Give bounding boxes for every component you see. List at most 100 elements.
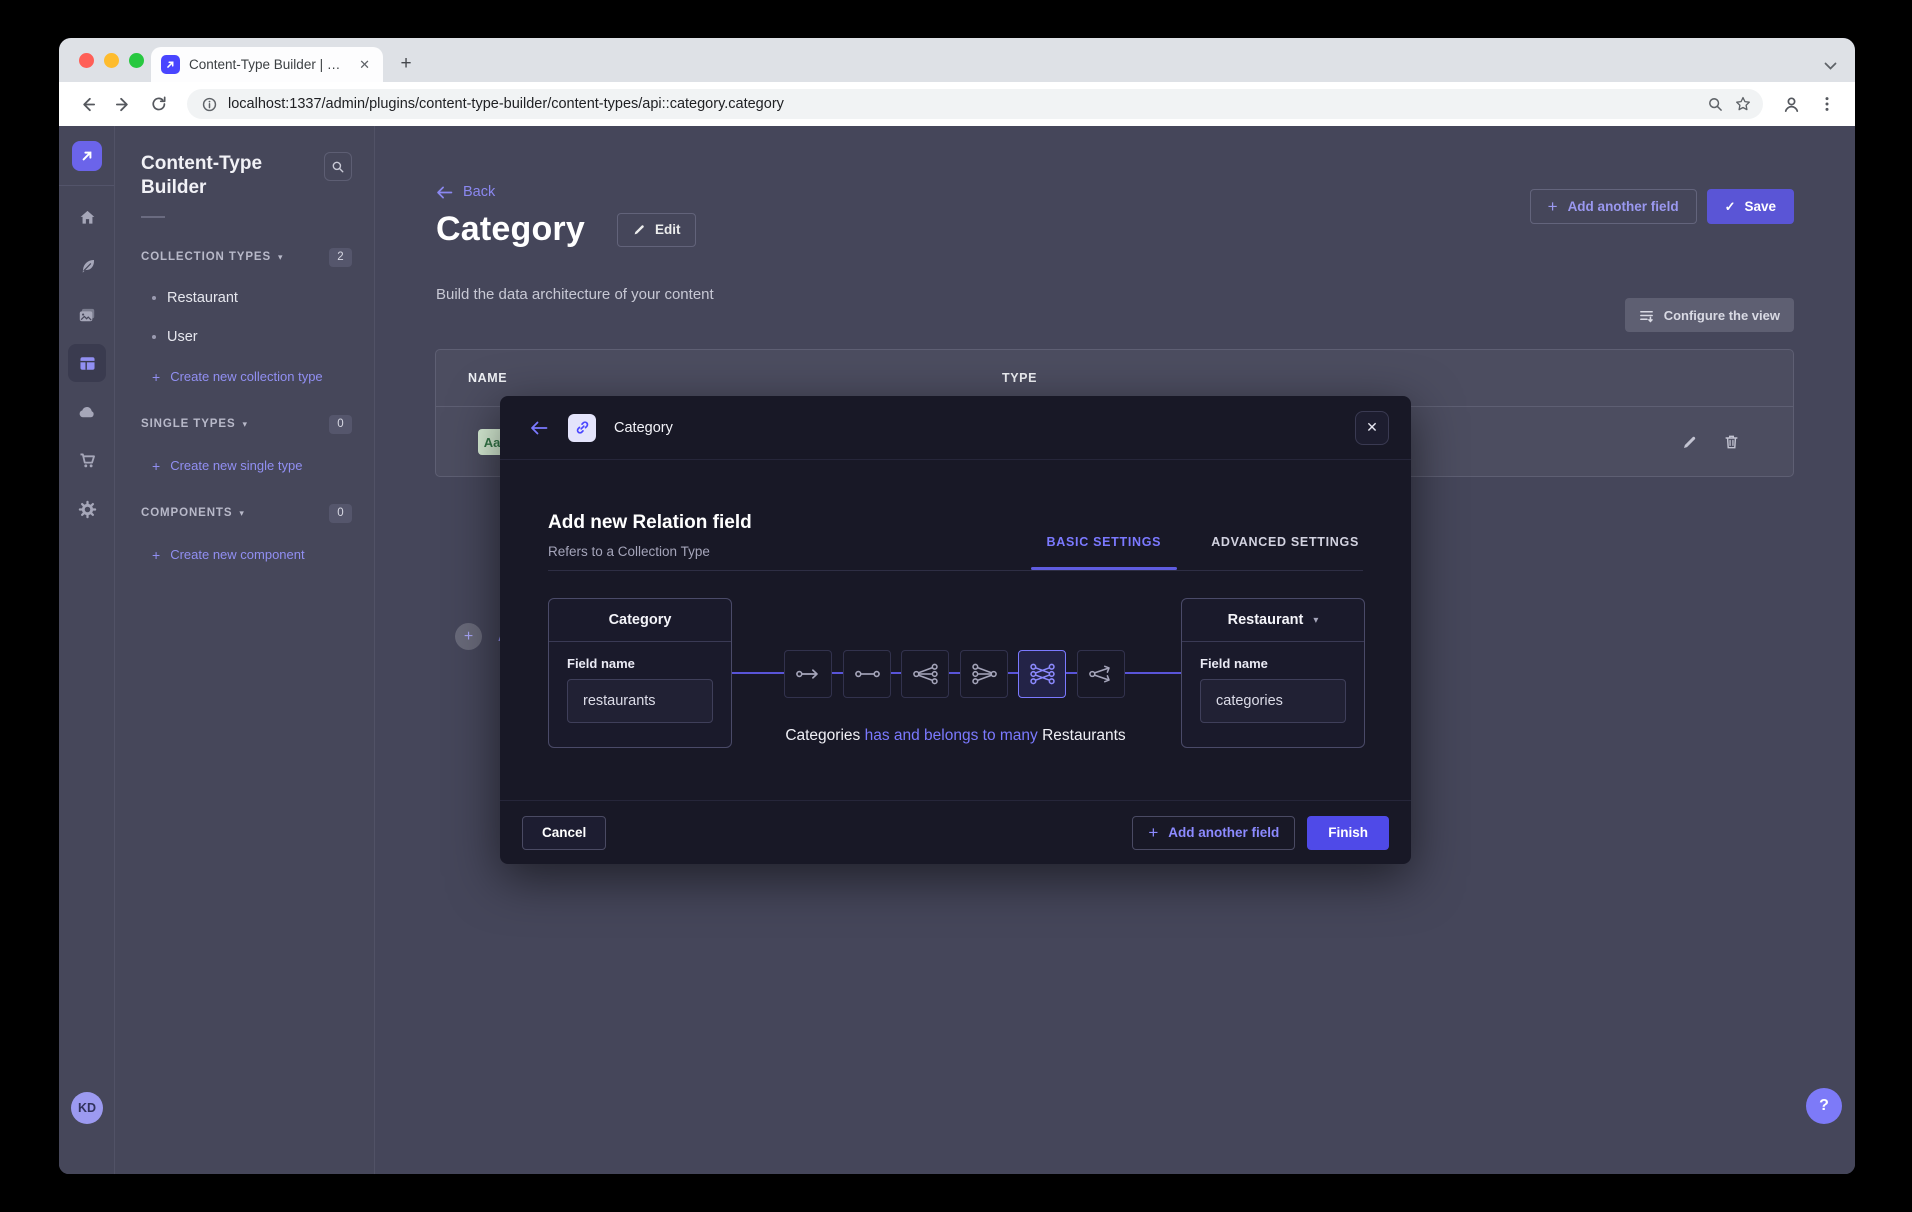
back-icon[interactable] [71,88,103,120]
many-way-icon [1088,663,1115,685]
minimize-window-button[interactable] [104,53,119,68]
tab-advanced-settings[interactable]: ADVANCED SETTINGS [1207,514,1363,570]
relation-type-one-to-one[interactable] [843,650,891,698]
many-to-one-icon [971,663,998,685]
modal-back-button[interactable] [530,421,548,435]
browser-tab[interactable]: Content-Type Builder | Strapi ✕ [151,47,383,82]
site-info-icon[interactable] [201,96,218,113]
strapi-logo[interactable] [72,141,102,171]
check-icon: ✓ [1725,199,1736,215]
sentence-subject: Categories [785,727,860,744]
section-count-badge: 0 [329,504,352,523]
section-collection-types[interactable]: COLLECTION TYPES ▾ 2 [141,248,352,267]
reload-icon[interactable] [143,88,175,120]
plus-icon: + [1548,197,1558,217]
edit-button[interactable]: Edit [617,213,697,247]
sidebar-item-label: Restaurant [167,290,238,306]
chevron-down-icon: ▾ [278,252,283,263]
edit-field-icon[interactable] [1682,434,1698,450]
target-field-label: Field name [1200,656,1346,671]
column-name: NAME [468,371,507,385]
zoom-icon[interactable] [1701,90,1729,118]
section-components[interactable]: COMPONENTS ▾ 0 [141,504,352,523]
tab-basic-settings[interactable]: BASIC SETTINGS [1043,514,1166,570]
forward-icon[interactable] [107,88,139,120]
source-field-name-input[interactable] [567,679,713,723]
section-count-badge: 2 [329,248,352,267]
modal-tabs: BASIC SETTINGS ADVANCED SETTINGS [1043,514,1363,570]
plus-icon: + [152,458,160,474]
create-collection-type-link[interactable]: + Create new collection type [141,369,352,385]
relation-sentence: Categories has and belongs to many Resta… [500,727,1411,745]
finish-button[interactable]: Finish [1307,816,1389,850]
nav-settings[interactable] [68,490,106,528]
bookmark-star-icon[interactable] [1729,90,1757,118]
source-type-title: Category [609,612,672,628]
target-field-name-input[interactable] [1200,679,1346,723]
save-button[interactable]: ✓ Save [1707,189,1794,224]
cancel-button[interactable]: Cancel [522,816,606,850]
maximize-window-button[interactable] [129,53,144,68]
close-window-button[interactable] [79,53,94,68]
nav-home[interactable] [68,198,106,236]
plus-icon: + [1148,823,1158,843]
search-icon [331,160,345,174]
tab-close-icon[interactable]: ✕ [356,57,373,73]
source-type-card: Category Field name [548,598,732,748]
sidebar-item-restaurant[interactable]: Restaurant [141,290,352,306]
question-icon: ? [1819,1097,1829,1115]
delete-field-icon[interactable] [1724,434,1739,450]
address-bar[interactable]: localhost:1337/admin/plugins/content-typ… [187,89,1763,119]
nav-media-library[interactable] [68,296,106,334]
nav-marketplace[interactable] [68,441,106,479]
relation-type-one-way[interactable] [784,650,832,698]
sidebar-item-user[interactable]: User [141,329,352,345]
help-button[interactable]: ? [1806,1088,1842,1124]
nav-content-type-builder[interactable] [68,344,106,382]
new-tab-button[interactable]: + [391,49,421,79]
configure-view-button[interactable]: Configure the view [1625,298,1794,332]
url-text: localhost:1337/admin/plugins/content-typ… [228,96,1701,112]
section-label: COLLECTION TYPES [141,251,271,263]
ctb-panel-title: Content-Type Builder [141,152,324,201]
relation-type-many-way[interactable] [1077,650,1125,698]
create-single-type-link[interactable]: + Create new single type [141,458,352,474]
relation-type-many-to-many[interactable] [1018,650,1066,698]
column-type: TYPE [1002,371,1037,385]
nav-cloud[interactable] [68,393,106,431]
section-label: SINGLE TYPES [141,418,236,430]
tabs-divider [548,570,1363,571]
bullet-icon [152,296,156,300]
modal-close-button[interactable]: ✕ [1355,411,1389,445]
user-avatar[interactable]: KD [71,1092,103,1124]
section-single-types[interactable]: SINGLE TYPES ▾ 0 [141,415,352,434]
browser-tab-strip: Content-Type Builder | Strapi ✕ + [59,38,1855,82]
browser-toolbar: localhost:1337/admin/plugins/content-typ… [59,82,1855,126]
back-arrow-icon [530,421,548,435]
one-way-icon [795,667,822,681]
screenshot-stage: Content-Type Builder | Strapi ✕ + [0,0,1912,1212]
back-link[interactable]: Back [436,184,495,200]
target-type-title: Restaurant [1228,612,1304,628]
modal-header: Category ✕ [500,396,1411,460]
browser-menu-icon[interactable] [1811,88,1843,120]
close-icon: ✕ [1366,419,1378,436]
search-button[interactable] [324,152,352,181]
add-another-field-button[interactable]: + Add another field [1530,189,1697,224]
relation-type-many-to-one[interactable] [960,650,1008,698]
sentence-verb: has and belongs to many [865,727,1038,744]
modal-add-another-field-button[interactable]: + Add another field [1132,816,1295,850]
plus-circle-icon: + [455,623,482,650]
modal-subtitle: Refers to a Collection Type [548,544,752,559]
section-count-badge: 0 [329,415,352,434]
relation-type-one-to-many[interactable] [901,650,949,698]
sentence-object: Restaurants [1042,727,1126,744]
create-component-link[interactable]: + Create new component [141,547,352,563]
nav-content-manager[interactable] [68,247,106,285]
one-to-many-icon [912,663,939,685]
browser-profile-icon[interactable] [1775,88,1807,120]
page-subtitle: Build the data architecture of your cont… [436,286,714,303]
target-type-dropdown[interactable]: Restaurant ▾ [1182,599,1364,642]
tab-search-chevron-icon[interactable] [1824,62,1837,70]
modal-breadcrumb: Category [614,420,673,436]
